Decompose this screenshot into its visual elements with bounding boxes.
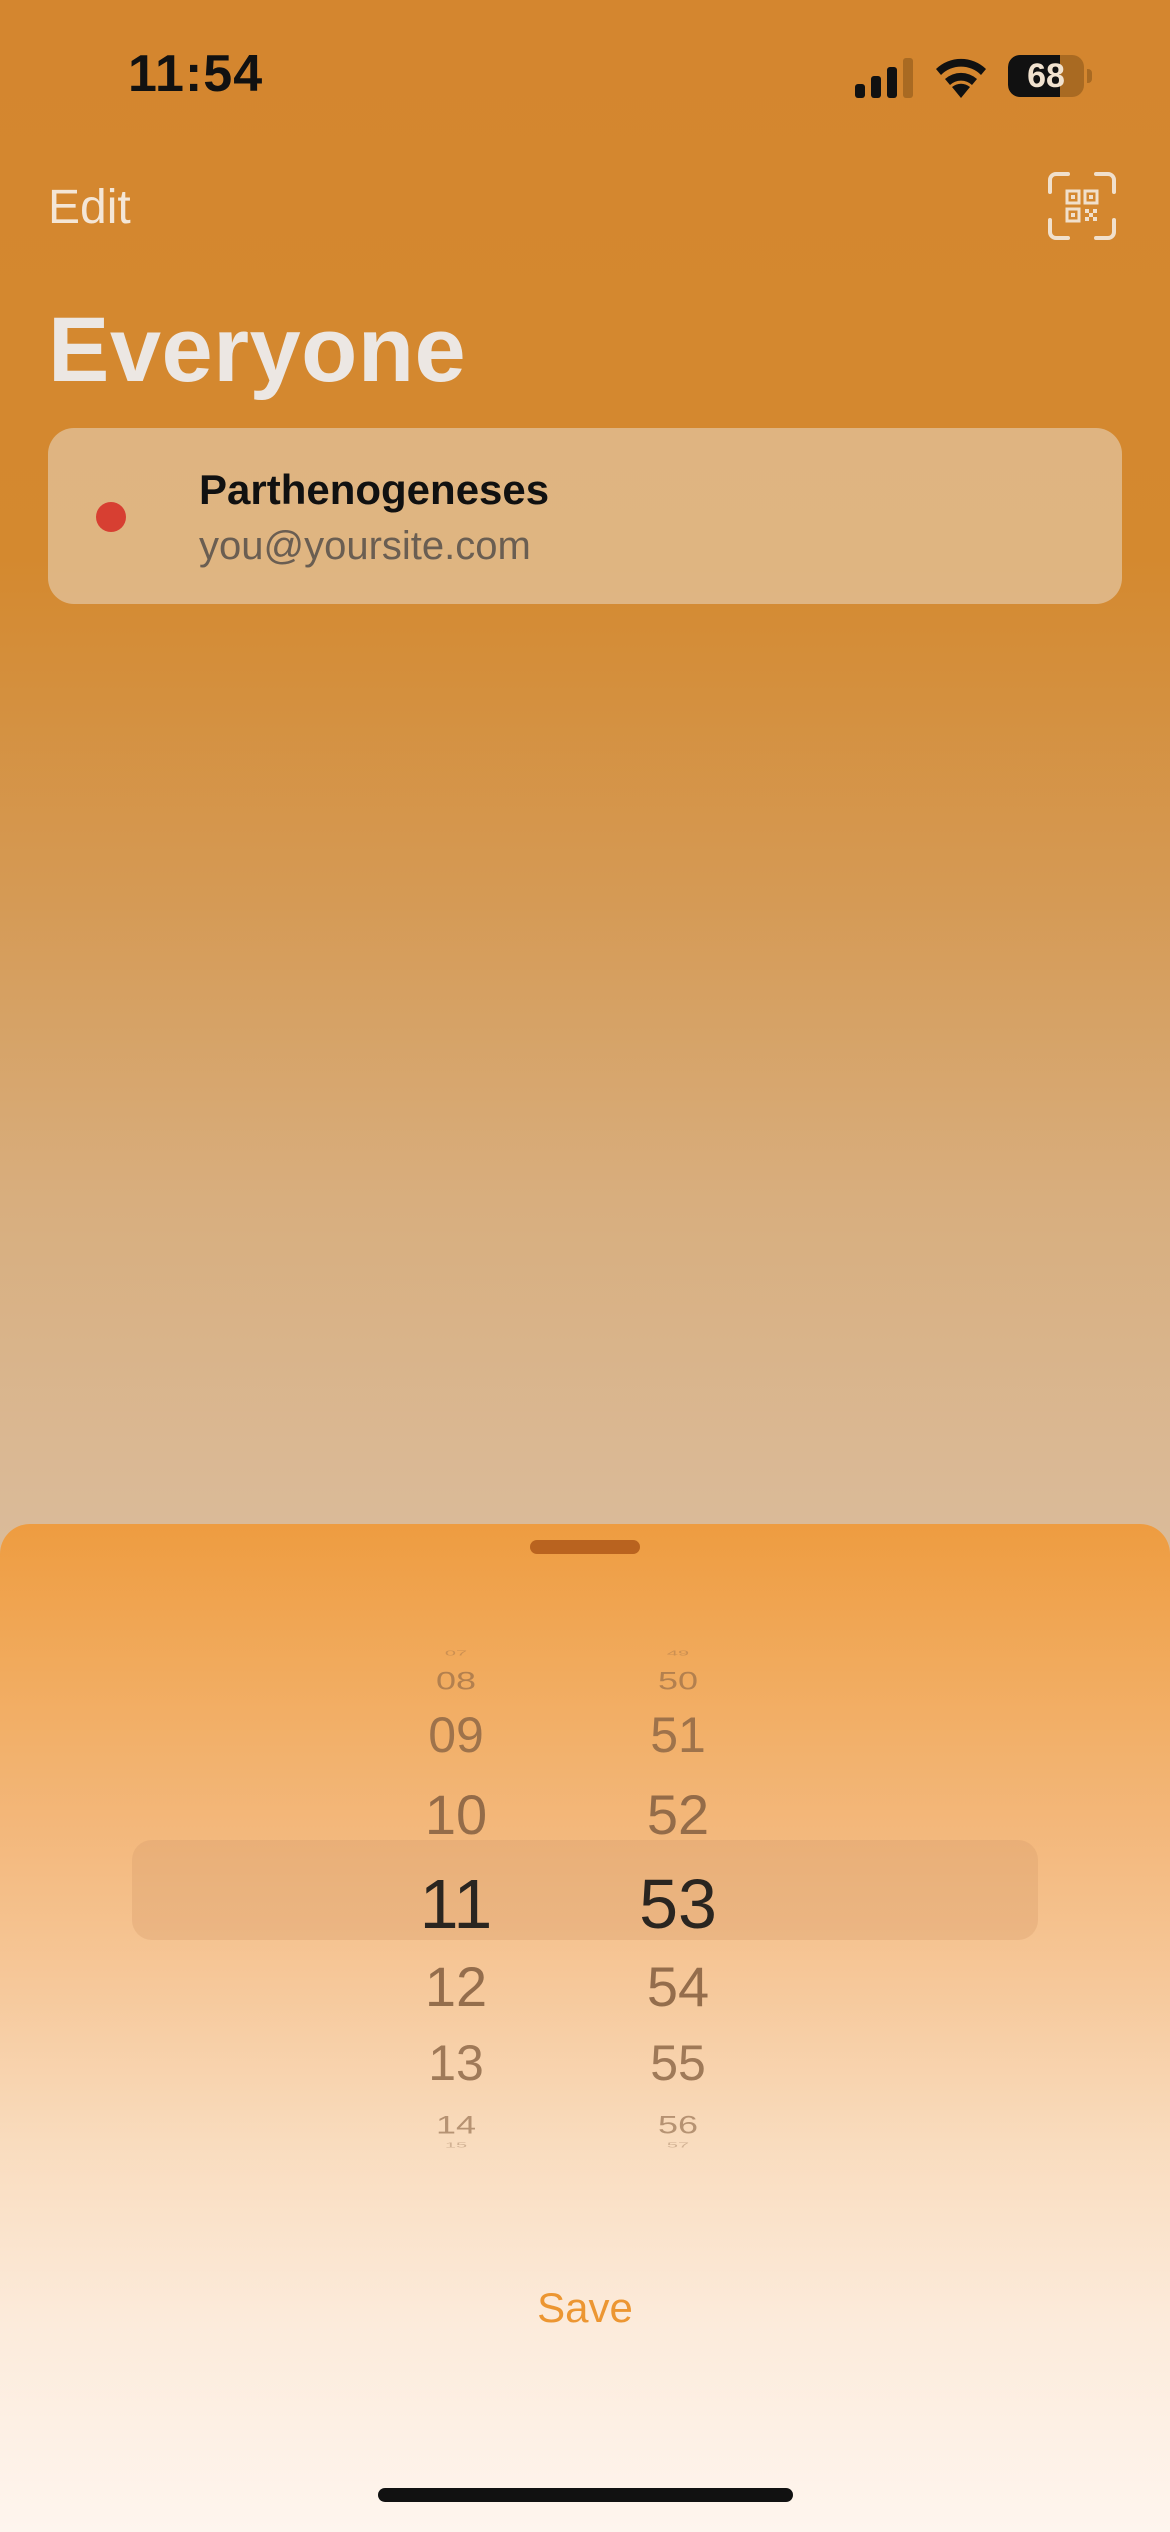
save-button[interactable]: Save xyxy=(0,2284,1170,2332)
edit-button[interactable]: Edit xyxy=(48,180,131,235)
status-dot xyxy=(96,502,126,532)
cellular-signal-icon xyxy=(855,58,913,98)
minute-option[interactable]: 52 xyxy=(598,1782,758,1847)
sheet-grabber[interactable] xyxy=(530,1540,640,1554)
contact-email: you@yoursite.com xyxy=(199,524,531,568)
minute-option[interactable]: 51 xyxy=(598,1706,758,1764)
contact-row[interactable]: Parthenogeneses you@yoursite.com xyxy=(48,428,1122,604)
minute-option[interactable]: 50 xyxy=(598,1666,758,1695)
time-picker-sheet: 07 08 09 10 11 12 13 14 15 49 50 51 52 5… xyxy=(0,1524,1170,2532)
battery-icon: 68 xyxy=(1008,55,1092,97)
time-picker[interactable]: 07 08 09 10 11 12 13 14 15 49 50 51 52 5… xyxy=(0,1624,1170,2149)
picker-selection-highlight xyxy=(132,1840,1038,1940)
status-time: 11:54 xyxy=(128,45,264,103)
hour-option[interactable]: 07 xyxy=(376,1649,536,1657)
page-title: Everyone xyxy=(48,299,467,401)
hour-option[interactable]: 08 xyxy=(376,1666,536,1695)
wifi-icon xyxy=(936,58,986,98)
battery-level: 68 xyxy=(1027,57,1065,95)
status-bar: 11:54 68 xyxy=(0,0,1170,150)
hour-option[interactable]: 10 xyxy=(376,1782,536,1847)
hour-option[interactable]: 14 xyxy=(376,2110,536,2139)
minute-option[interactable]: 57 xyxy=(598,2141,758,2149)
selected-hour[interactable]: 11 xyxy=(376,1864,536,1944)
qr-code-scan-icon[interactable] xyxy=(1048,172,1116,240)
home-indicator[interactable] xyxy=(378,2488,793,2502)
hour-option[interactable]: 13 xyxy=(376,2034,536,2092)
minute-option[interactable]: 56 xyxy=(598,2110,758,2139)
hour-option[interactable]: 09 xyxy=(376,1706,536,1764)
minute-option[interactable]: 49 xyxy=(598,1649,758,1657)
contact-name: Parthenogeneses xyxy=(199,466,550,513)
minute-option[interactable]: 55 xyxy=(598,2034,758,2092)
selected-minute[interactable]: 53 xyxy=(598,1864,758,1944)
minute-option[interactable]: 54 xyxy=(598,1954,758,2019)
hour-option[interactable]: 15 xyxy=(376,2141,536,2149)
hour-option[interactable]: 12 xyxy=(376,1954,536,2019)
